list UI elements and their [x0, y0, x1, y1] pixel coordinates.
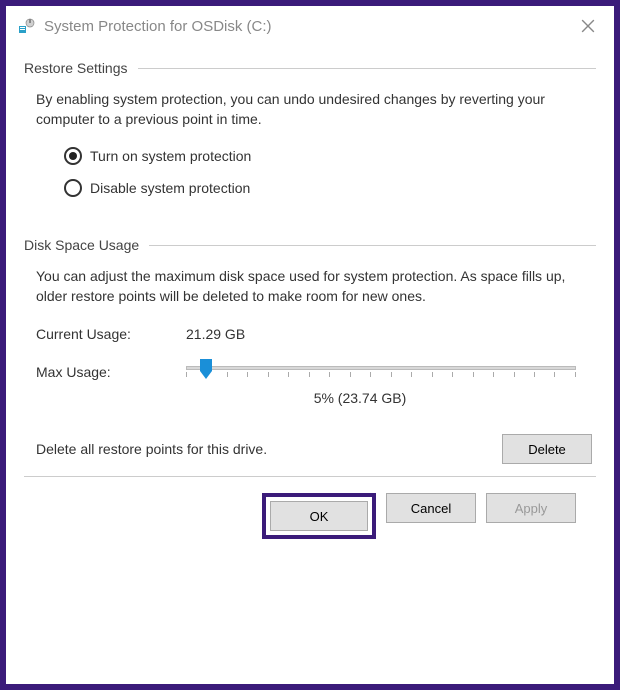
ok-highlight-box: OK	[262, 493, 376, 539]
radio-off-label: Disable system protection	[90, 180, 250, 196]
disk-usage-header: Disk Space Usage	[24, 237, 596, 253]
protection-radio-group: Turn on system protection Disable system…	[64, 147, 596, 197]
restore-settings-header: Restore Settings	[24, 60, 596, 76]
current-usage-row: Current Usage: 21.29 GB	[36, 326, 596, 342]
divider	[149, 245, 596, 246]
slider-ticks	[186, 372, 576, 377]
restore-description: By enabling system protection, you can u…	[36, 90, 588, 129]
window-title: System Protection for OSDisk (C:)	[44, 18, 574, 35]
delete-button[interactable]: Delete	[502, 434, 592, 464]
close-icon[interactable]	[574, 12, 602, 40]
radio-disable[interactable]: Disable system protection	[64, 179, 596, 197]
radio-selected-icon	[64, 147, 82, 165]
current-usage-label: Current Usage:	[36, 326, 186, 342]
max-usage-row: Max Usage:	[36, 360, 596, 380]
radio-unselected-icon	[64, 179, 82, 197]
slider-value-text: 5% (23.74 GB)	[124, 390, 596, 406]
radio-turn-on[interactable]: Turn on system protection	[64, 147, 596, 165]
apply-button[interactable]: Apply	[486, 493, 576, 523]
max-usage-label: Max Usage:	[36, 360, 186, 380]
disk-description: You can adjust the maximum disk space us…	[36, 267, 588, 306]
cancel-button[interactable]: Cancel	[386, 493, 476, 523]
ok-button[interactable]: OK	[270, 501, 368, 531]
restore-settings-label: Restore Settings	[24, 60, 128, 76]
max-usage-slider[interactable]	[186, 366, 576, 370]
slider-thumb[interactable]	[198, 359, 214, 379]
system-protection-icon	[18, 17, 36, 35]
current-usage-value: 21.29 GB	[186, 326, 245, 342]
divider	[138, 68, 597, 69]
titlebar: System Protection for OSDisk (C:)	[6, 6, 614, 46]
disk-usage-label: Disk Space Usage	[24, 237, 139, 253]
divider	[24, 476, 596, 477]
radio-on-label: Turn on system protection	[90, 148, 251, 164]
delete-description: Delete all restore points for this drive…	[36, 441, 267, 457]
dialog-footer: OK Cancel Apply	[24, 489, 596, 543]
